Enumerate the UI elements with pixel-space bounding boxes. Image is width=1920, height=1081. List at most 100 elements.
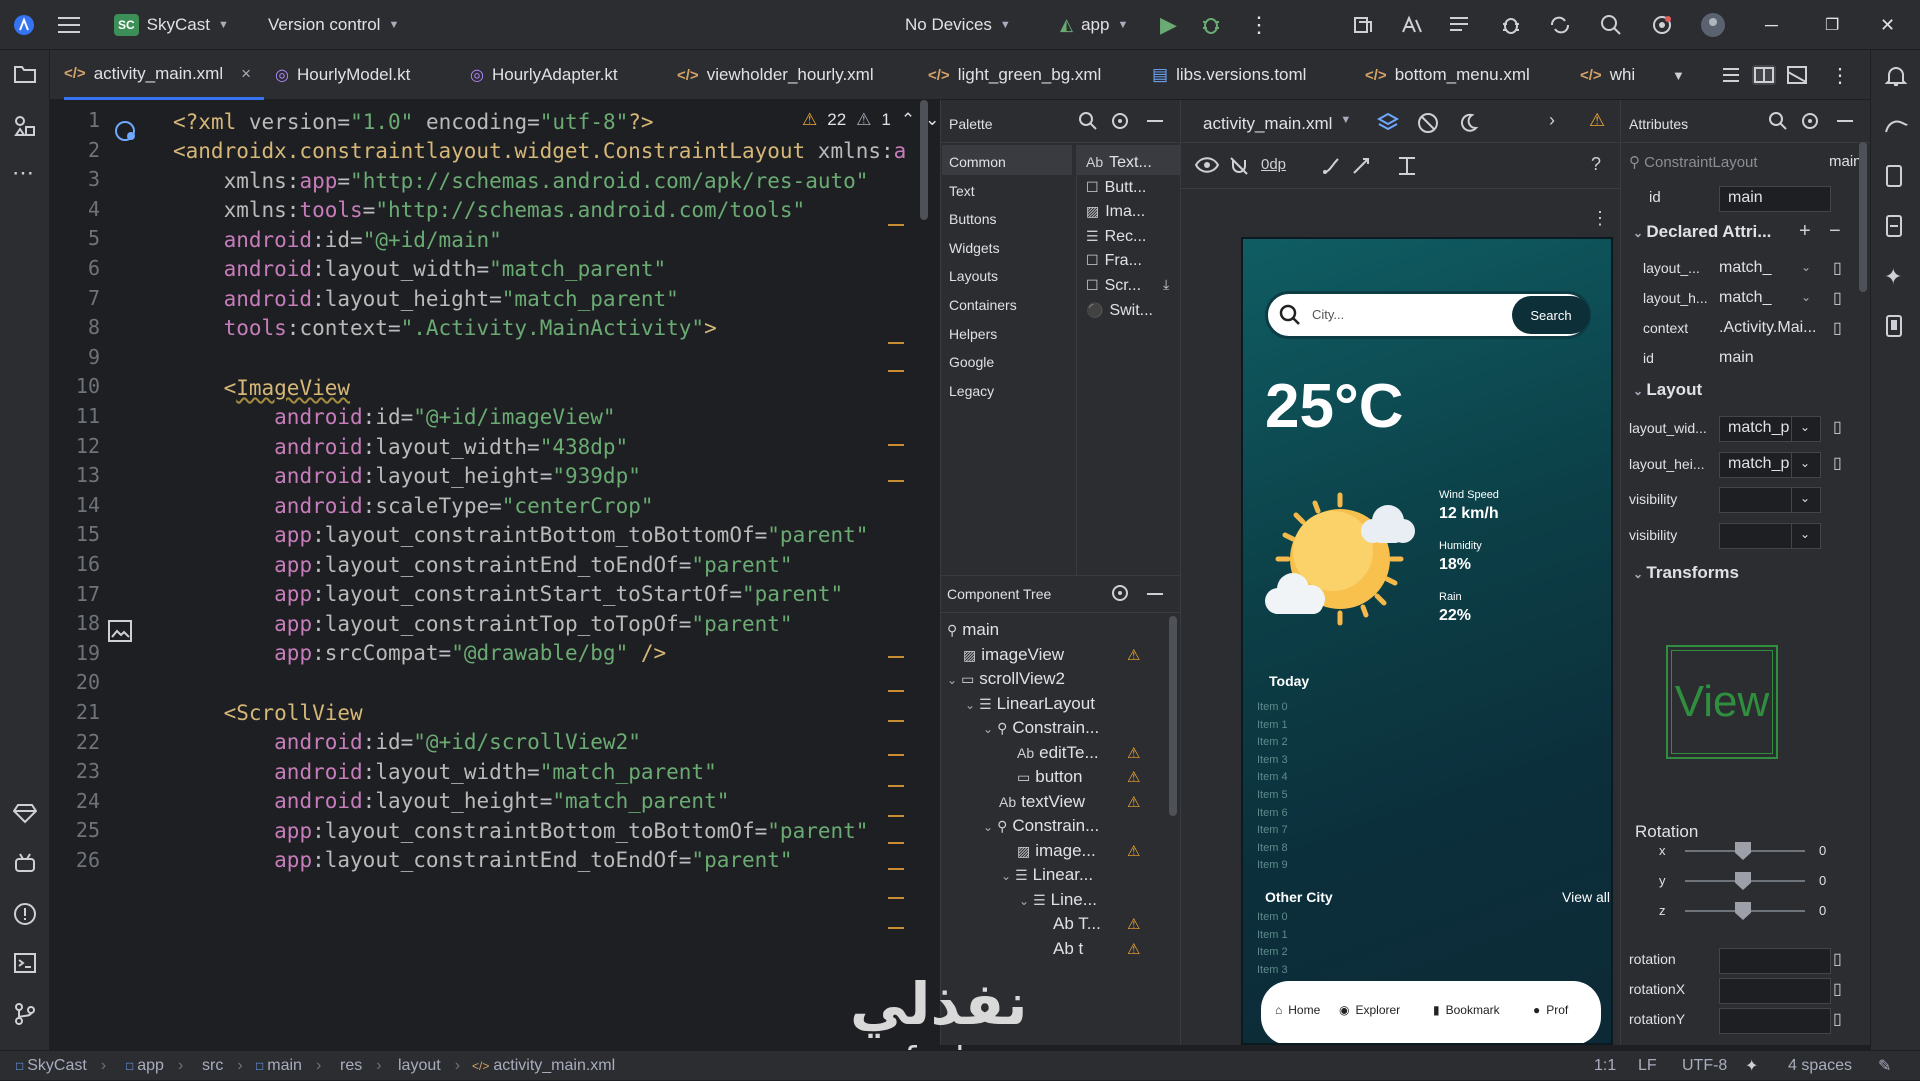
project-folder-icon[interactable] [13,64,37,84]
tree-node[interactable]: ⌄ ⚲ Constrain... [983,718,1099,738]
settings-icon[interactable] [1650,0,1674,50]
terminal-icon[interactable] [13,952,37,974]
resource-picker-icon[interactable]: ▯ [1833,288,1842,308]
resource-picker-icon[interactable]: ▯ [1833,979,1842,999]
tab-hourly-adapter[interactable]: ◎ HourlyAdapter.kt [470,50,618,100]
file-encoding[interactable]: UTF-8 [1682,1051,1727,1081]
tab-activity-main[interactable]: </> activity_main.xml × [64,50,264,100]
palette-category[interactable]: Text [949,183,975,199]
attribute-field[interactable]: match_p [1719,416,1793,442]
tabs-dropdown-icon[interactable]: ▼ [1672,50,1685,100]
tree-node[interactable]: Ab editTe... [1017,743,1099,763]
search-icon[interactable] [1079,112,1097,135]
device-explorer-icon[interactable] [1884,214,1906,238]
tree-node[interactable]: Ab T... [1053,914,1101,934]
tab-viewholder-hourly[interactable]: </> viewholder_hourly.xml [677,50,874,100]
chevron-down-icon[interactable]: ⌄ [965,698,975,712]
breadcrumb-item[interactable]: □ SkyCast › [16,1051,106,1081]
tab-libs-versions[interactable]: ▤ libs.versions.toml [1152,50,1306,100]
breadcrumb-item[interactable]: layout › [398,1051,460,1081]
chevron-down-icon[interactable]: ⌄ [1019,894,1029,908]
breadcrumb-item[interactable]: □ app › [126,1051,183,1081]
tabs-more-icon[interactable]: ⋮ [1830,50,1850,100]
resource-picker-icon[interactable]: ▯ [1833,417,1842,437]
problems-icon[interactable] [13,902,37,926]
palette-item[interactable]: ☐ Fra... [1086,252,1142,270]
close-icon[interactable]: ✕ [1880,0,1895,50]
search-icon[interactable] [1769,112,1787,135]
notifications-icon[interactable] [1884,64,1908,88]
default-margin-value[interactable]: 0dp [1261,156,1286,173]
tab-bottom-menu[interactable]: </> bottom_menu.xml [1365,50,1530,100]
warning-marker[interactable] [888,897,904,899]
run-config-selector[interactable]: ◭ app ▼ [1060,0,1128,50]
chevron-down-icon[interactable]: ⌄ [1801,260,1811,274]
clear-constraints-icon[interactable] [1321,156,1341,181]
attribute-value[interactable]: main [1719,349,1754,367]
tree-scrollbar[interactable] [1169,616,1177,816]
line-separator[interactable]: LF [1638,1051,1657,1081]
palette-category[interactable]: Layouts [949,268,998,284]
warning-icon[interactable]: ⚠ [1127,744,1140,762]
eye-icon[interactable] [1194,156,1220,179]
app-logo-icon[interactable] [13,0,35,50]
add-attribute-icon[interactable]: + [1799,220,1811,243]
nav-profile[interactable]: ● Prof [1533,1003,1568,1017]
gemini-icon[interactable]: ✦ [1884,264,1902,290]
warning-marker[interactable] [888,224,904,226]
avatar[interactable] [1700,0,1726,50]
warning-icon[interactable]: ⚠ [1127,915,1140,933]
chevron-down-icon[interactable]: ⌄ [1791,522,1821,549]
warning-icon[interactable]: ⚠ [1127,842,1140,860]
warning-marker[interactable] [888,754,904,756]
sync-icon[interactable] [1352,0,1376,50]
tree-node[interactable]: Ab t [1053,939,1083,959]
nav-explorer[interactable]: ◉ Explorer [1339,1003,1400,1017]
chevron-down-icon[interactable]: ⌄ [1001,869,1011,883]
warning-icon[interactable]: ⚠ [1127,940,1140,958]
tab-hourly-model[interactable]: ◎ HourlyModel.kt [275,50,410,100]
minimize-icon[interactable]: ─ [1765,0,1778,50]
prev-issue-icon[interactable]: ⌃ [901,110,915,130]
palette-item[interactable]: ▨ Ima... [1086,203,1145,221]
warning-marker[interactable] [888,444,904,446]
palette-category[interactable]: Google [949,354,994,370]
run-icon[interactable]: ▶ [1160,0,1177,50]
maximize-icon[interactable]: ❐ [1825,0,1839,50]
design-mode-icon[interactable] [1376,112,1400,139]
attribute-field[interactable] [1719,487,1793,513]
resource-picker-icon[interactable]: ▯ [1833,453,1842,473]
bug-icon[interactable] [1500,0,1522,50]
rotation-slider-thumb[interactable] [1735,872,1751,890]
layout-file-selector[interactable]: activity_main.xml ▼ [1203,114,1351,134]
warning-marker[interactable] [888,785,904,787]
breadcrumb-item[interactable]: □ main › [256,1051,321,1081]
attribute-value[interactable]: match_ [1719,289,1771,307]
search-button[interactable]: Search [1512,296,1590,334]
palette-category[interactable]: Widgets [949,240,1000,256]
palette-category[interactable]: Legacy [949,383,994,399]
guidelines-icon[interactable] [1397,156,1417,181]
palette-item[interactable]: ⚫ Swit... [1086,302,1153,320]
attribute-field[interactable] [1719,948,1831,974]
nav-home[interactable]: ⌂ Home [1275,1003,1320,1017]
minimize-panel-icon[interactable] [1837,120,1853,122]
gradle-icon[interactable] [1884,114,1910,136]
phone-preview[interactable]: City... Search 25°C Wind Speed 12 km/h H… [1241,237,1613,1045]
view-all-link[interactable]: View all [1562,889,1610,905]
gem-icon[interactable] [13,802,37,824]
rotation-slider-thumb[interactable] [1735,842,1751,860]
device-more-icon[interactable]: ⋮ [1591,208,1609,229]
design-view-icon[interactable] [1787,50,1807,100]
chevron-down-icon[interactable]: ⌄ [1791,416,1821,442]
city-input[interactable]: City... [1312,307,1344,322]
more-tools-icon[interactable]: ⋯ [12,160,34,186]
ai-status-icon[interactable]: ✦ [1745,1051,1758,1081]
chevron-down-icon[interactable]: ⌄ [1791,451,1821,478]
declared-attributes-header[interactable]: ⌄ Declared Attri... [1633,222,1771,242]
warning-icon[interactable]: ⚠ [1589,110,1605,131]
search-icon[interactable] [1600,0,1622,50]
palette-item[interactable]: Ab Text... [1086,154,1152,172]
tree-node[interactable]: ▨ imageView [963,645,1064,665]
warning-marker[interactable] [888,842,904,844]
